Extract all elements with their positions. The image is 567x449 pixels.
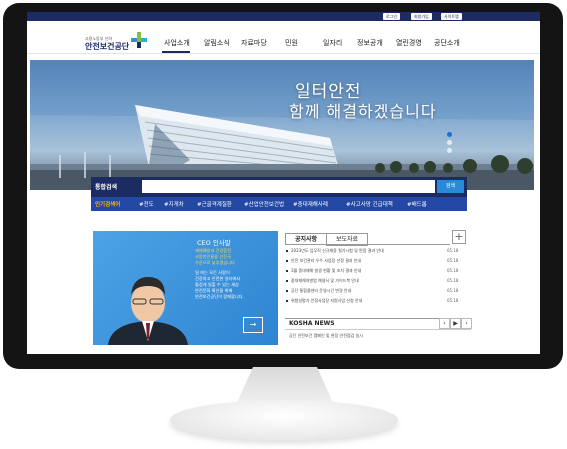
carousel-dot-3[interactable]: [447, 148, 452, 153]
site-logo[interactable]: 안전보건공단: [85, 41, 129, 52]
keyword-tag[interactable]: #배드롭: [407, 200, 427, 208]
ceo-more-arrow-button[interactable]: →: [243, 317, 263, 333]
kosha-news-text[interactable]: 공단 안전보건 캠페인 및 현장 안전점검 실시: [289, 333, 363, 339]
nav-agency-intro[interactable]: 공단소개: [434, 38, 460, 48]
search-button[interactable]: 검색: [437, 180, 464, 193]
nav-civil-service[interactable]: 민원: [285, 38, 298, 48]
building-illustration: [30, 60, 534, 190]
utility-bar: [27, 12, 540, 21]
keyword-tag[interactable]: #전도: [139, 200, 154, 208]
ceo-message-line: 안전보건공단이 함께합니다.: [195, 294, 244, 299]
signup-link[interactable]: 회원가입: [411, 13, 432, 20]
nav-open-management[interactable]: 열린경영: [396, 38, 422, 48]
carousel-dot-2[interactable]: [447, 140, 452, 145]
keyword-tag[interactable]: #근골격계질환: [197, 200, 232, 208]
news-item-title[interactable]: 위험성평가 인정사업장 지원사업 신청 안내: [291, 298, 362, 304]
kosha-play-button[interactable]: ▶: [450, 318, 461, 329]
news-item-title[interactable]: 중대재해처벌법 해설서 및 가이드북 안내: [291, 278, 359, 284]
news-item-title[interactable]: 안전 보건관리 우수 사업장 선정 결과 안내: [291, 258, 361, 264]
news-item-date: 05.18: [447, 278, 459, 283]
ceo-message-line: 수준으로 낮추겠습니다: [195, 260, 235, 265]
kosha-prev-button[interactable]: ‹: [439, 318, 450, 329]
nav-business-intro[interactable]: 사업소개: [164, 38, 190, 48]
sitemap-link[interactable]: 사이트맵: [441, 13, 462, 20]
kosha-next-button[interactable]: ›: [461, 318, 472, 329]
news-item-title[interactable]: 2023년도 업무직 신규채용 필기시험 및 면접 결과 안내: [291, 248, 384, 254]
list-bullet: [286, 250, 288, 252]
hero-headline-2: 함께 해결하겠습니다: [289, 102, 437, 121]
nav-resources[interactable]: 자료마당: [241, 38, 267, 48]
monitor-stand-base: [170, 400, 398, 440]
hero-banner[interactable]: [30, 60, 534, 190]
list-bullet: [286, 280, 288, 282]
keyword-tag[interactable]: #산업안전보건법: [244, 200, 284, 208]
news-item-date: 05.18: [447, 268, 459, 273]
carousel-dot-1[interactable]: [447, 132, 452, 137]
list-bullet: [286, 300, 288, 302]
nav-jobs[interactable]: 일자리: [323, 38, 342, 48]
tab-divider: [285, 244, 450, 245]
logo-cross-icon: [131, 32, 147, 48]
keyword-tag[interactable]: #지게차: [164, 200, 184, 208]
nav-information-disclosure[interactable]: 정보공개: [357, 38, 383, 48]
news-item-title[interactable]: 공단 통합콜센터 운영시간 변경 안내: [291, 288, 351, 294]
news-item-date: 05.18: [447, 288, 459, 293]
kosha-news-label: KOSHA NEWS: [289, 320, 335, 327]
news-item-date: 05.18: [447, 258, 459, 263]
news-more-button[interactable]: +: [452, 230, 466, 244]
monitor-screen: 로그인 회원가입 사이트맵 고용노동부 산하 안전보건공단 사업소개 알림소식 …: [27, 12, 540, 354]
news-item-title[interactable]: 3월 중대재해 발생 현황 및 조치 결과 안내: [291, 268, 361, 274]
login-link[interactable]: 로그인: [383, 13, 401, 20]
list-bullet: [286, 290, 288, 292]
list-bullet: [286, 260, 288, 262]
news-item-date: 05.18: [447, 248, 459, 253]
search-label: 통합검색: [95, 184, 118, 191]
nav-news[interactable]: 알림소식: [204, 38, 230, 48]
news-item-date: 05.18: [447, 298, 459, 303]
keyword-tag[interactable]: #중대재해사례: [293, 200, 328, 208]
ceo-title: CEO 인사말: [197, 239, 231, 247]
header-divider: [27, 53, 540, 54]
search-input[interactable]: [142, 180, 435, 193]
popular-keywords-label: 인기검색어: [95, 202, 121, 208]
keyword-tag[interactable]: #사고사망 긴급대책: [346, 200, 393, 208]
list-bullet: [286, 270, 288, 272]
